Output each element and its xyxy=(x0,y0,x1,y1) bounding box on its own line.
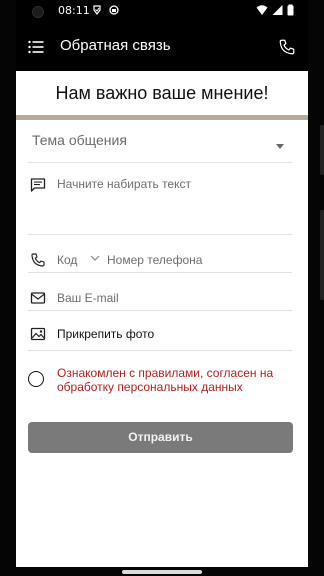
do-not-disturb-icon xyxy=(93,5,101,15)
feedback-heading: Нам важно ваше мнение! xyxy=(55,83,269,103)
app-bar: Обратная связь xyxy=(16,24,308,71)
volume-button xyxy=(320,210,324,300)
consent-text: Ознакомлен с правилами, согласен на обра… xyxy=(57,366,274,394)
message-field[interactable]: Начните набирать текст xyxy=(28,172,292,235)
country-code-select[interactable]: Код xyxy=(57,253,77,267)
signal-icon xyxy=(272,5,283,15)
phone-icon[interactable] xyxy=(278,38,296,56)
home-indicator[interactable] xyxy=(122,570,202,574)
attach-photo-label: Прикрепить фото xyxy=(57,327,155,341)
phone-row: Код Номер телефона xyxy=(28,248,292,273)
page-title: Обратная связь xyxy=(60,37,171,54)
topic-select[interactable]: Тема общения xyxy=(28,126,292,163)
feedback-header: Нам важно ваше мнение! xyxy=(16,71,308,115)
wifi-icon xyxy=(256,5,268,15)
status-bar: 08:11 xyxy=(16,0,308,24)
power-button xyxy=(320,125,324,175)
chevron-down-icon[interactable] xyxy=(90,254,100,262)
message-placeholder: Начните набирать текст xyxy=(57,177,191,191)
phone-icon xyxy=(31,253,45,267)
email-field[interactable]: Ваш E-mail xyxy=(28,286,292,311)
phone-number-input[interactable]: Номер телефона xyxy=(107,253,202,267)
camera-cutout xyxy=(32,6,44,18)
message-icon xyxy=(30,178,46,192)
battery-icon xyxy=(287,4,294,16)
topic-select-label: Тема общения xyxy=(32,132,127,148)
email-placeholder: Ваш E-mail xyxy=(57,291,119,305)
right-bezel xyxy=(308,0,324,576)
header-divider xyxy=(16,115,308,120)
phone-screen: 08:11 Обратная связь Нам важно ваше мнен… xyxy=(0,0,324,576)
sync-icon xyxy=(109,5,119,15)
submit-button[interactable]: Отправить xyxy=(28,422,293,453)
consent-radio[interactable] xyxy=(28,371,44,387)
left-bezel xyxy=(0,0,16,576)
attach-photo-button[interactable]: Прикрепить фото xyxy=(28,322,292,351)
image-icon xyxy=(30,327,46,341)
dropdown-arrow-icon xyxy=(276,144,284,149)
status-time: 08:11 xyxy=(58,4,90,17)
bottom-bezel xyxy=(0,567,324,576)
consent-row: Ознакомлен с правилами, согласен на обра… xyxy=(28,366,292,396)
menu-icon[interactable] xyxy=(28,39,44,55)
mail-icon xyxy=(30,292,46,304)
